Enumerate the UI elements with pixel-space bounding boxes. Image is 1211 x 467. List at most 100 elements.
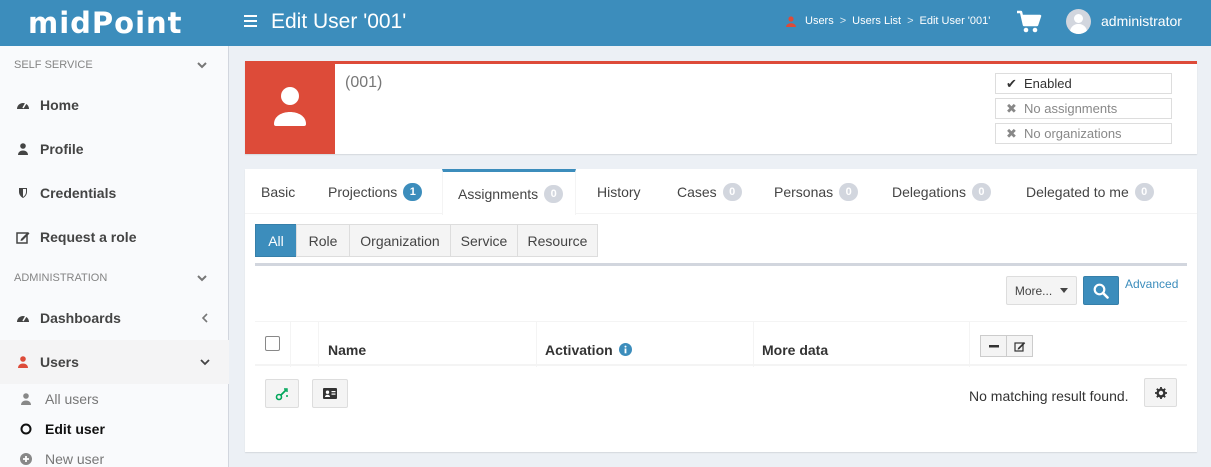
- column-actions: [969, 322, 1187, 367]
- sidebar-item-label: Home: [40, 97, 79, 113]
- count-badge: 0: [544, 184, 564, 203]
- tab-personas[interactable]: Personas 0: [774, 169, 859, 214]
- sidebar-item-label: Credentials: [40, 185, 117, 201]
- column-more-data[interactable]: More data: [753, 322, 969, 367]
- count-badge: 0: [722, 182, 742, 201]
- tab-history[interactable]: History: [597, 169, 641, 214]
- sidebar-subitem-all-users[interactable]: All users: [0, 384, 229, 414]
- edit-button[interactable]: [1006, 335, 1033, 357]
- tab-projections[interactable]: Projections 1: [328, 169, 423, 214]
- plus-circle-icon: [20, 453, 32, 465]
- assign-by-card-button[interactable]: [312, 379, 348, 408]
- tab-basic[interactable]: Basic: [261, 169, 295, 214]
- advanced-search-link[interactable]: Advanced: [1125, 277, 1178, 291]
- sidebar-subitem-edit-user[interactable]: Edit user: [0, 414, 229, 444]
- empty-table-message: No matching result found.: [969, 388, 1129, 404]
- more-dropdown-button[interactable]: More...: [1006, 276, 1077, 305]
- chevron-down-icon[interactable]: [196, 59, 208, 71]
- app-logo[interactable]: midPoint: [0, 0, 230, 46]
- user-icon: [786, 15, 796, 27]
- sidebar-item-users[interactable]: Users: [0, 340, 229, 384]
- filter-resource-button[interactable]: Resource: [517, 224, 598, 257]
- user-menu-name[interactable]: administrator: [1101, 13, 1182, 29]
- assignment-type-filter: All Role Organization Service Resource: [255, 224, 598, 257]
- dashboard-icon: [16, 98, 30, 112]
- sidebar-subitem-label: Edit user: [45, 421, 105, 437]
- count-badge: 0: [839, 182, 859, 201]
- tab-assignments[interactable]: Assignments 0: [442, 169, 576, 215]
- user-id-label: (001): [345, 74, 383, 91]
- user-icon: [274, 87, 306, 126]
- status-tag-enabled: ✔ Enabled: [995, 73, 1172, 94]
- tab-label: History: [597, 183, 641, 200]
- sidebar-header-administration: ADMINISTRATION: [14, 272, 108, 284]
- filter-service-button[interactable]: Service: [450, 224, 518, 257]
- sidebar-item-label: Profile: [40, 141, 84, 157]
- sidebar-item-request-role[interactable]: Request a role: [0, 215, 229, 259]
- table-settings-button[interactable]: [1144, 378, 1177, 407]
- user-icon: [20, 393, 32, 405]
- user-photo: [245, 64, 335, 154]
- caret-down-icon: [1060, 288, 1069, 293]
- sidebar-header-self-service: SELF SERVICE: [14, 59, 93, 71]
- sidebar-subitem-label: All users: [45, 391, 99, 407]
- tag-label: No organizations: [1024, 126, 1122, 141]
- check-icon: ✔: [1006, 75, 1017, 91]
- filter-role-button[interactable]: Role: [296, 224, 350, 257]
- sidebar-item-dashboards[interactable]: Dashboards: [0, 296, 229, 340]
- user-icon: [16, 142, 30, 156]
- gear-icon: [1154, 386, 1167, 399]
- count-badge: 0: [971, 182, 991, 201]
- edit-icon: [16, 230, 30, 244]
- minus-icon: [988, 344, 999, 347]
- tab-label: Basic: [261, 183, 296, 200]
- chevron-left-icon: [201, 313, 208, 323]
- sidebar: SELF SERVICE Home Profile Credentials Re…: [0, 46, 229, 467]
- column-label: Activation: [545, 342, 613, 358]
- sidebar-item-home[interactable]: Home: [0, 83, 229, 127]
- edit-icon: [1013, 341, 1025, 352]
- avatar[interactable]: [1066, 9, 1091, 34]
- search-icon: [1093, 283, 1109, 299]
- page-title: Edit User '001': [271, 10, 407, 33]
- chevron-down-icon[interactable]: [196, 272, 208, 284]
- shopping-cart-icon[interactable]: [1016, 10, 1042, 34]
- table-header: Name Activation More data: [255, 321, 1187, 367]
- sidebar-item-profile[interactable]: Profile: [0, 127, 229, 171]
- search-button[interactable]: [1083, 276, 1119, 305]
- sidebar-toggle-icon[interactable]: [244, 15, 257, 27]
- tab-label: Projections: [328, 183, 398, 200]
- tab-label: Delegated to me: [1026, 183, 1129, 200]
- tab-delegations[interactable]: Delegations 0: [892, 169, 991, 214]
- filter-all-button[interactable]: All: [255, 224, 297, 257]
- breadcrumb-item-users-list[interactable]: Users List: [852, 15, 901, 27]
- tab-label: Delegations: [892, 183, 966, 200]
- column-name[interactable]: Name: [318, 322, 536, 367]
- top-navbar: midPoint Edit User '001' Users > Users L…: [0, 0, 1211, 46]
- assignments-table-box: More... Advanced Name Activation More da…: [255, 263, 1187, 418]
- sidebar-subitem-new-user[interactable]: New user: [0, 444, 229, 467]
- remove-button[interactable]: [980, 335, 1007, 357]
- sidebar-item-credentials[interactable]: Credentials: [0, 171, 229, 215]
- tab-delegated-to-me[interactable]: Delegated to me 0: [1026, 169, 1154, 214]
- filter-organization-button[interactable]: Organization: [349, 224, 451, 257]
- breadcrumb-item-users[interactable]: Users: [805, 15, 834, 27]
- dashboard-icon: [16, 311, 30, 325]
- tag-label: Enabled: [1024, 76, 1072, 91]
- sidebar-item-label: Users: [40, 354, 79, 370]
- tab-cases[interactable]: Cases 0: [677, 169, 742, 214]
- circle-icon: [20, 423, 32, 435]
- tab-label: Assignments: [458, 185, 539, 202]
- info-icon[interactable]: [618, 343, 632, 356]
- id-card-icon: [323, 388, 337, 399]
- user-icon: [16, 355, 30, 369]
- status-tag-organizations: ✖ No organizations: [995, 123, 1172, 144]
- column-spacer: [290, 322, 318, 367]
- breadcrumb-separator: >: [839, 15, 847, 27]
- column-activation[interactable]: Activation: [536, 322, 753, 367]
- column-label: Name: [328, 342, 367, 358]
- select-all-checkbox[interactable]: [265, 336, 280, 351]
- breadcrumb-item-current: Edit User '001': [919, 15, 991, 27]
- column-label: More data: [762, 342, 829, 358]
- assign-button[interactable]: [265, 379, 299, 408]
